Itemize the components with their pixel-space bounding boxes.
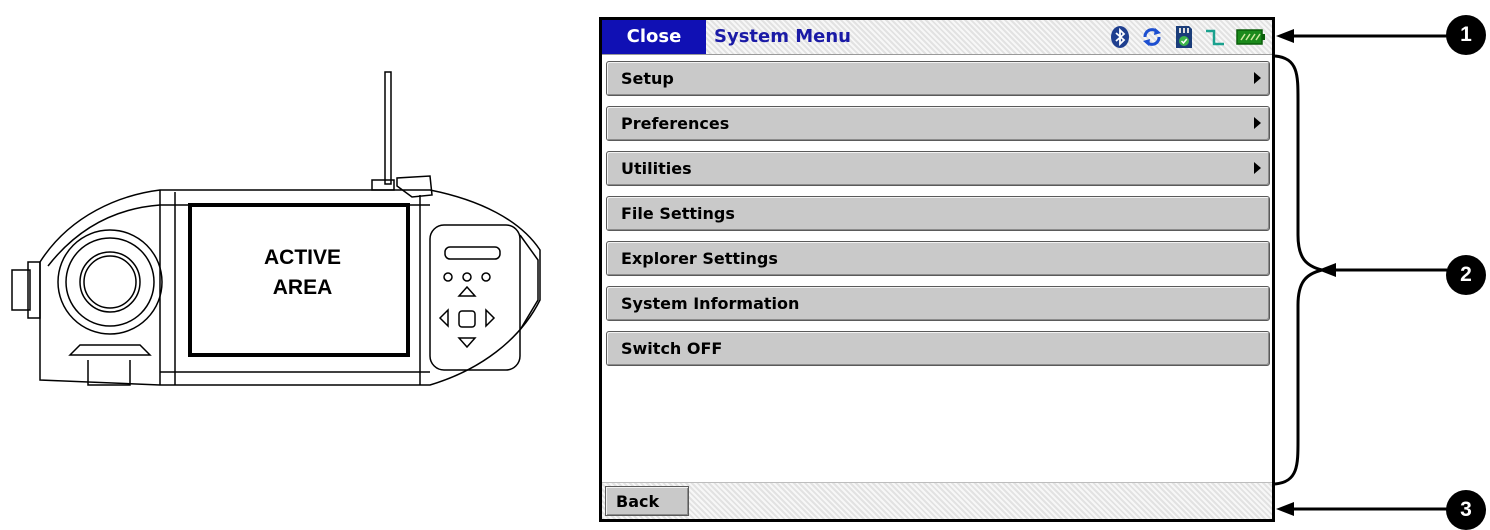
callout-2: 2 xyxy=(1446,255,1486,295)
status-icons xyxy=(1110,25,1266,49)
signal-icon xyxy=(1206,29,1224,46)
menu-item-label: Explorer Settings xyxy=(621,249,778,268)
bottom-bar: Back xyxy=(602,482,1272,519)
back-button[interactable]: Back xyxy=(605,486,689,516)
battery-icon xyxy=(1236,29,1265,45)
submenu-arrow-icon xyxy=(1254,72,1261,84)
callout-3-arrowhead xyxy=(1276,502,1294,516)
submenu-arrow-icon xyxy=(1254,117,1261,129)
close-button[interactable]: Close xyxy=(602,20,706,54)
active-area-label: ACTIVE AREA xyxy=(195,243,410,303)
sync-icon xyxy=(1143,28,1161,46)
menu-item-system-information[interactable]: System Information xyxy=(606,286,1270,321)
menu-item-preferences[interactable]: Preferences xyxy=(606,106,1270,141)
bluetooth-icon xyxy=(1111,26,1129,48)
active-area-line2: AREA xyxy=(272,276,333,299)
callout-3: 3 xyxy=(1446,490,1486,530)
menu-list: Setup Preferences Utilities File Setting… xyxy=(606,61,1270,376)
menu-item-switch-off[interactable]: Switch OFF xyxy=(606,331,1270,366)
menu-item-explorer-settings[interactable]: Explorer Settings xyxy=(606,241,1270,276)
menu-item-label: Utilities xyxy=(621,159,692,178)
menu-item-setup[interactable]: Setup xyxy=(606,61,1270,96)
device-drawing xyxy=(11,71,541,386)
menu-item-label: Setup xyxy=(621,69,674,88)
callout-1-arrowhead xyxy=(1276,29,1294,43)
menu-item-label: System Information xyxy=(621,294,800,313)
screen-title: System Menu xyxy=(714,26,851,47)
menu-item-utilities[interactable]: Utilities xyxy=(606,151,1270,186)
menu-item-label: Switch OFF xyxy=(621,339,723,358)
active-area-line1: ACTIVE xyxy=(263,246,341,269)
callout-1: 1 xyxy=(1446,15,1486,55)
menu-item-label: Preferences xyxy=(621,114,730,133)
sd-card-icon xyxy=(1176,26,1192,48)
device-illustration: ACTIVE AREA xyxy=(0,60,560,420)
menu-brace xyxy=(1274,54,1323,486)
title-bar: Close System Menu xyxy=(602,20,1272,55)
menu-item-file-settings[interactable]: File Settings xyxy=(606,196,1270,231)
submenu-arrow-icon xyxy=(1254,162,1261,174)
menu-item-label: File Settings xyxy=(621,204,735,223)
system-menu-screen: Close System Menu Setup Preferences Util… xyxy=(599,17,1275,522)
callout-2-arrowhead xyxy=(1318,263,1336,277)
